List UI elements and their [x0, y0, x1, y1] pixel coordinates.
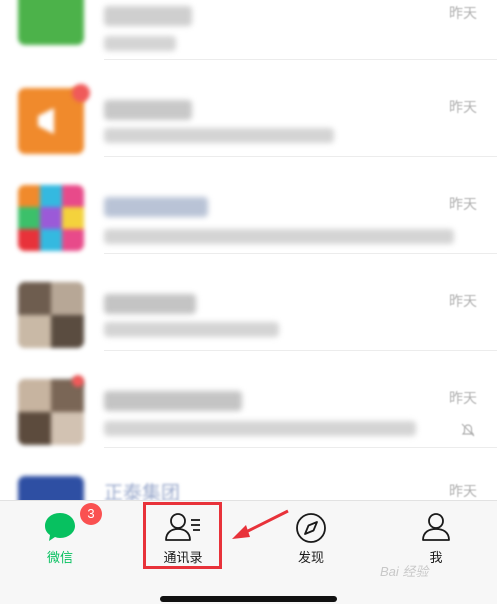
- watermark: Bai 经验: [380, 564, 429, 579]
- avatar: [18, 185, 84, 251]
- chat-name: [104, 391, 242, 411]
- chat-name: [104, 6, 192, 26]
- unread-dot: [72, 375, 84, 387]
- red-arrow-icon: [232, 509, 289, 539]
- chat-preview: [104, 421, 416, 436]
- avatar: [18, 0, 84, 45]
- chat-list: 昨天 昨天 昨天 昨天 昨天 正泰集团 昨天: [0, 0, 497, 500]
- chat-time: 昨天: [449, 391, 477, 407]
- chat-time: 昨天: [449, 100, 477, 116]
- chat-time: 昨天: [449, 294, 477, 310]
- chat-row[interactable]: 昨天: [0, 60, 497, 157]
- chat-bubble-icon: [45, 513, 75, 541]
- avatar: [18, 476, 84, 500]
- chat-time: 昨天: [449, 6, 477, 22]
- chat-preview: [104, 322, 279, 337]
- chat-time: 昨天: [449, 197, 477, 213]
- unread-dot: [72, 84, 90, 102]
- avatar: [18, 282, 84, 348]
- chat-row[interactable]: 正泰集团 昨天: [0, 448, 497, 500]
- highlight-box: [143, 502, 222, 569]
- home-indicator[interactable]: [160, 596, 337, 602]
- tab-label: 发现: [297, 551, 324, 566]
- chat-name: [104, 294, 196, 314]
- chat-preview: [104, 36, 176, 51]
- chat-name: [104, 197, 208, 217]
- chat-row[interactable]: 昨天: [0, 351, 497, 448]
- chat-preview: [104, 128, 334, 143]
- chat-time: 昨天: [449, 484, 477, 500]
- tab-label: 微信: [46, 551, 73, 566]
- chat-row[interactable]: 昨天: [0, 254, 497, 351]
- compass-icon: [296, 513, 326, 543]
- mute-bell-icon: [461, 423, 475, 437]
- chat-name: [104, 100, 192, 120]
- tab-chats[interactable]: 3 微信: [10, 501, 110, 581]
- chat-name: 正泰集团: [104, 482, 181, 500]
- chat-row[interactable]: 昨天: [0, 157, 497, 254]
- chat-preview: [104, 229, 454, 244]
- chat-row[interactable]: 昨天: [0, 0, 497, 60]
- person-icon: [422, 513, 450, 541]
- avatar: [18, 379, 84, 445]
- unread-count-badge: 3: [80, 503, 102, 525]
